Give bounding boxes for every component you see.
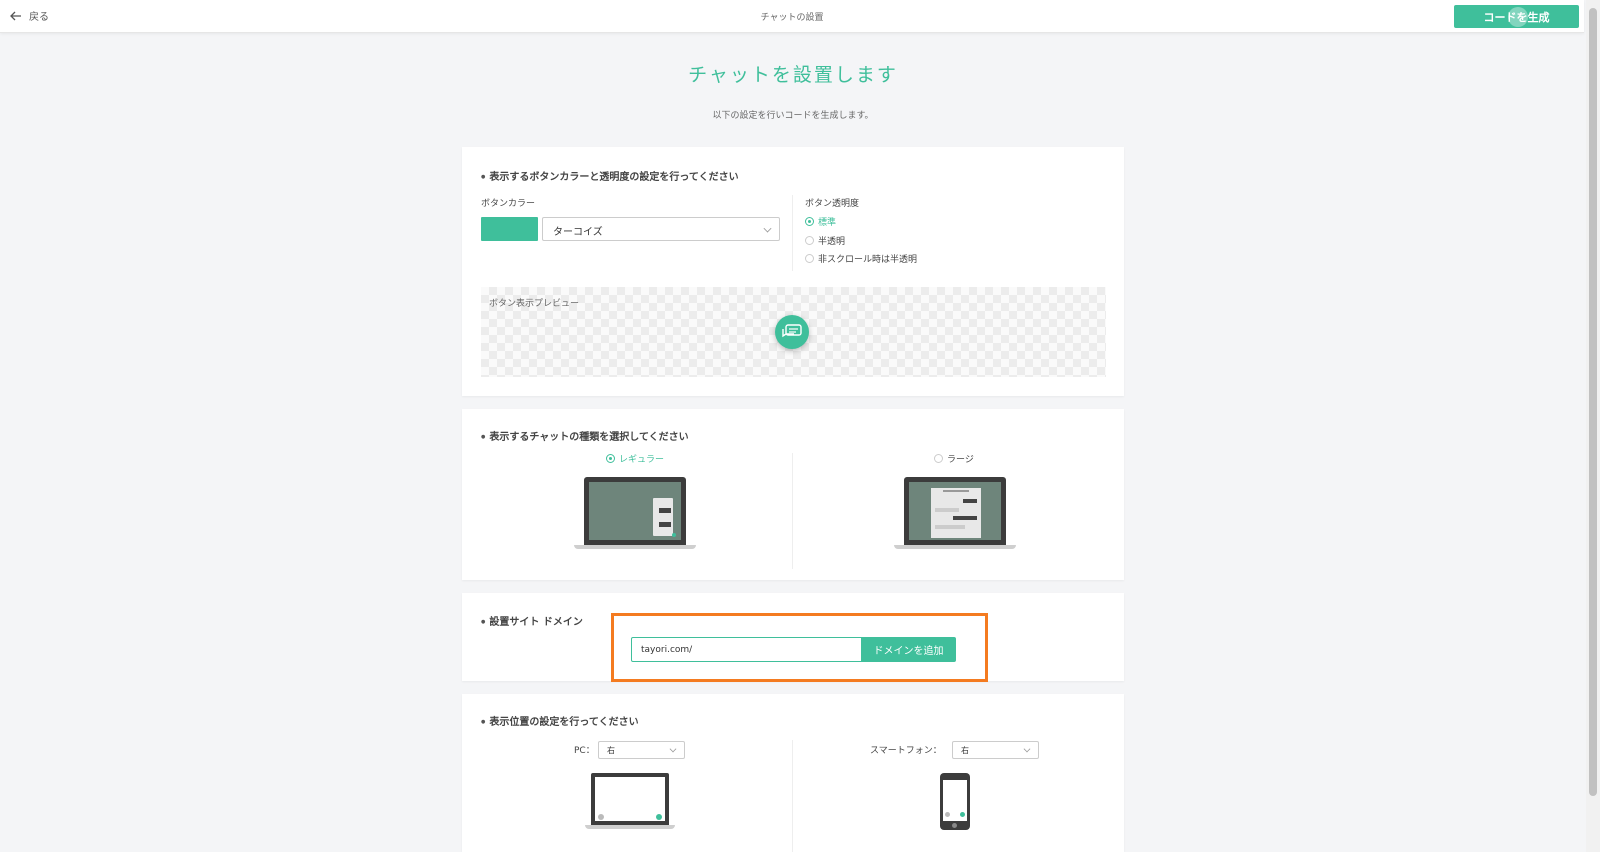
- smartphone-position-select[interactable]: 右: [952, 741, 1039, 759]
- button-preview: ボタン表示プレビュー: [481, 287, 1106, 377]
- position-card: 表示位置の設定を行ってください PC： 右 スマートフォン： 右: [462, 694, 1124, 852]
- color-settings-card: 表示するボタンカラーと透明度の設定を行ってください ボタンカラー ターコイズ ボ…: [462, 147, 1124, 396]
- scrollbar[interactable]: [1586, 0, 1600, 852]
- color-select-value: ターコイズ: [553, 227, 603, 238]
- radio-selected-icon: [805, 217, 814, 226]
- generate-code-label: コードを生成: [1483, 10, 1550, 24]
- preview-label: ボタン表示プレビュー: [489, 299, 580, 309]
- chevron-down-icon: [669, 745, 677, 753]
- pc-illustration: [585, 773, 675, 829]
- scrollbar-thumb[interactable]: [1589, 8, 1597, 796]
- page-title: チャットの設置: [760, 13, 824, 23]
- generate-code-button[interactable]: コードを生成: [1454, 5, 1579, 28]
- smartphone-position-value: 右: [961, 746, 969, 755]
- chevron-down-icon: [1023, 745, 1031, 753]
- divider: [792, 453, 793, 569]
- chat-type-card: 表示するチャットの種類を選択してください レギュラー ラージ: [462, 409, 1124, 580]
- chat-type-label: ラージ: [947, 455, 974, 465]
- top-bar: 戻る チャットの設置 コードを生成: [0, 0, 1584, 33]
- chat-type-regular[interactable]: レギュラー: [606, 452, 664, 465]
- divider: [792, 740, 793, 852]
- radio-icon: [805, 254, 814, 263]
- smartphone-illustration: [940, 773, 970, 830]
- pc-position-value: 右: [607, 746, 615, 755]
- domain-input[interactable]: [631, 637, 862, 662]
- add-domain-button[interactable]: ドメインを追加: [861, 637, 956, 662]
- opacity-option-standard[interactable]: 標準: [805, 215, 836, 228]
- chat-type-label: レギュラー: [619, 455, 665, 465]
- laptop-regular-illustration: [574, 477, 696, 549]
- divider: [792, 195, 793, 271]
- opacity-option-scroll[interactable]: 非スクロール時は半透明: [805, 252, 917, 265]
- chat-button-preview[interactable]: [775, 315, 809, 349]
- opacity-option-label: 標準: [818, 218, 837, 228]
- color-section-title: 表示するボタンカラーと透明度の設定を行ってください: [481, 168, 738, 183]
- radio-icon: [934, 454, 943, 463]
- pc-position-select[interactable]: 右: [598, 741, 685, 759]
- pc-label: PC：: [574, 746, 595, 756]
- opacity-option-label: 半透明: [818, 237, 846, 247]
- chat-type-title: 表示するチャットの種類を選択してください: [481, 428, 688, 443]
- opacity-option-label: 非スクロール時は半透明: [818, 255, 918, 265]
- opacity-label: ボタン透明度: [805, 199, 860, 209]
- opacity-option-semi[interactable]: 半透明: [805, 234, 845, 247]
- chat-bubbles-icon: [782, 324, 802, 338]
- button-color-label: ボタンカラー: [481, 199, 536, 209]
- laptop-large-illustration: [894, 477, 1016, 549]
- domain-section-title: 設置サイト ドメイン: [481, 613, 582, 628]
- radio-selected-icon: [606, 454, 615, 463]
- page-heading: チャットを設置します: [688, 64, 898, 86]
- page-subheading: 以下の設定を行いコードを生成します。: [712, 111, 874, 121]
- smartphone-label: スマートフォン：: [870, 746, 942, 756]
- chevron-down-icon: [763, 224, 772, 233]
- position-section-title: 表示位置の設定を行ってください: [481, 713, 638, 728]
- color-swatch[interactable]: [481, 217, 538, 241]
- color-select[interactable]: ターコイズ: [542, 217, 780, 241]
- chat-type-large[interactable]: ラージ: [934, 452, 974, 465]
- radio-icon: [805, 236, 814, 245]
